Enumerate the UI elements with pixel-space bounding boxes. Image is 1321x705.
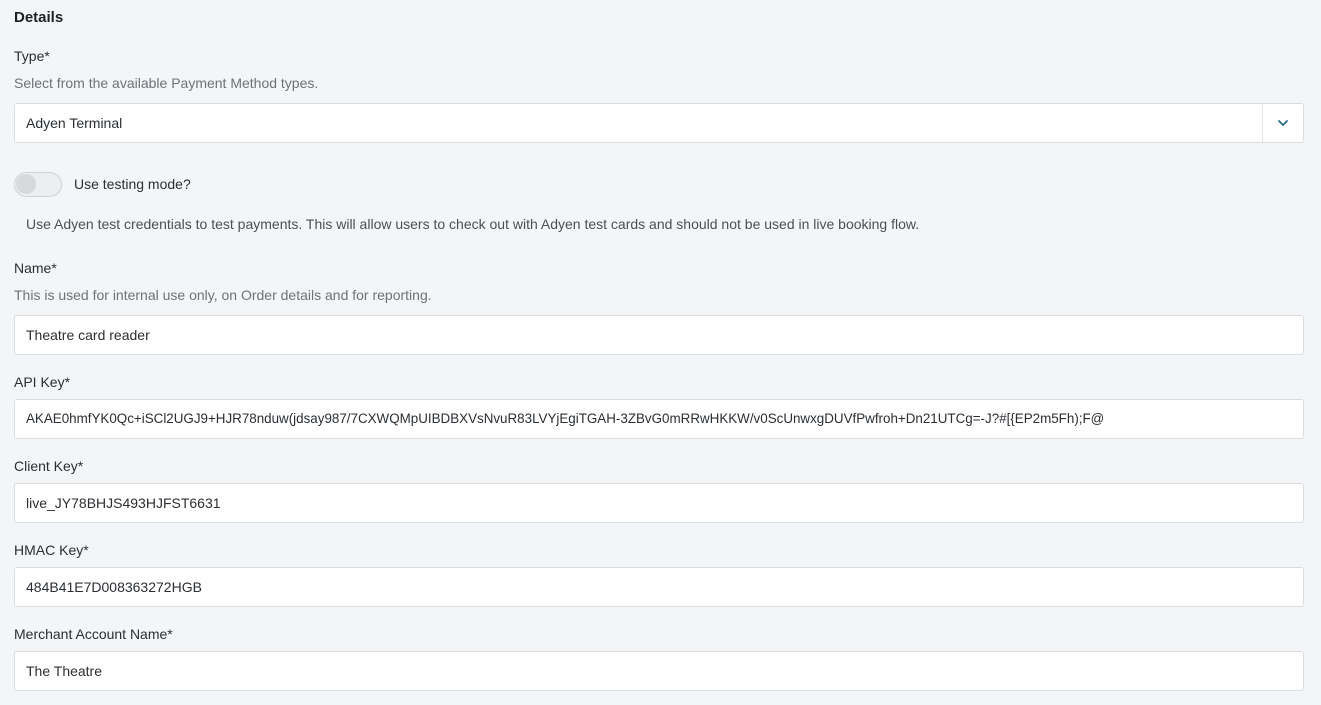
api-key-label: API Key* bbox=[14, 374, 71, 390]
name-help-text: This is used for internal use only, on O… bbox=[14, 287, 432, 303]
merchant-account-input[interactable]: The Theatre bbox=[14, 651, 1304, 691]
section-title: Details bbox=[14, 9, 64, 26]
client-key-label: Client Key* bbox=[14, 458, 84, 474]
type-select-toggle[interactable] bbox=[1262, 104, 1303, 142]
type-select-value: Adyen Terminal bbox=[26, 115, 123, 131]
merchant-account-input-value: The Theatre bbox=[26, 663, 103, 679]
type-select[interactable]: Adyen Terminal bbox=[14, 103, 1304, 143]
payment-method-details-form: Details Type* Select from the available … bbox=[0, 0, 1321, 705]
hmac-key-label: HMAC Key* bbox=[14, 542, 89, 558]
testing-mode-help-text: Use Adyen test credentials to test payme… bbox=[26, 216, 920, 232]
client-key-input[interactable]: live_JY78BHJS493HJFST6631 bbox=[14, 483, 1304, 523]
api-key-input[interactable]: AKAE0hmfYK0Qc+iSCl2UGJ9+HJR78nduw(jdsay9… bbox=[14, 399, 1304, 439]
name-label: Name* bbox=[14, 260, 57, 276]
merchant-account-label: Merchant Account Name* bbox=[14, 626, 173, 642]
testing-mode-toggle[interactable] bbox=[14, 172, 62, 197]
testing-mode-label: Use testing mode? bbox=[74, 176, 191, 192]
hmac-key-input-value: 484B41E7D008363272HGB bbox=[26, 579, 202, 595]
api-key-input-value: AKAE0hmfYK0Qc+iSCl2UGJ9+HJR78nduw(jdsay9… bbox=[26, 411, 1105, 426]
hmac-key-input[interactable]: 484B41E7D008363272HGB bbox=[14, 567, 1304, 607]
client-key-input-value: live_JY78BHJS493HJFST6631 bbox=[26, 495, 221, 511]
type-label: Type* bbox=[14, 48, 50, 64]
chevron-down-icon bbox=[1278, 120, 1288, 126]
type-help-text: Select from the available Payment Method… bbox=[14, 75, 319, 91]
name-input[interactable]: Theatre card reader bbox=[14, 315, 1304, 355]
name-input-value: Theatre card reader bbox=[26, 327, 150, 343]
toggle-knob bbox=[16, 174, 36, 194]
